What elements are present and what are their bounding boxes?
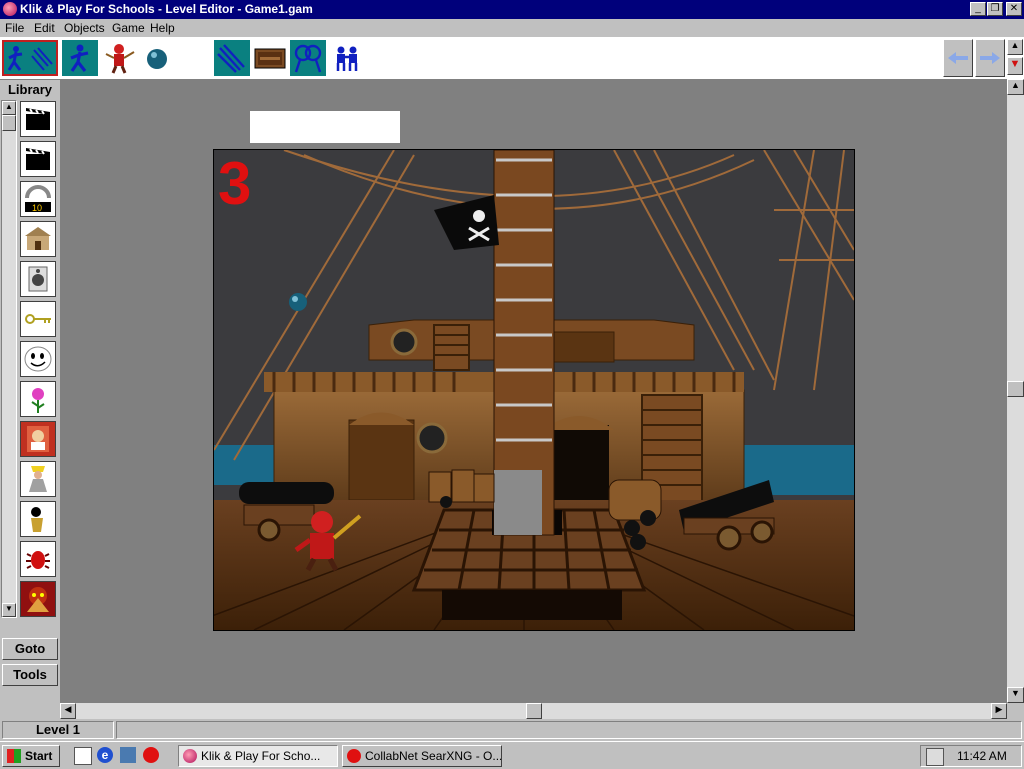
horizontal-scrollbar[interactable]: ◀ ▶ bbox=[60, 703, 1007, 719]
menu-edit[interactable]: Edit bbox=[34, 21, 55, 35]
monster-icon[interactable] bbox=[20, 421, 56, 457]
close-button[interactable]: ✕ bbox=[1006, 2, 1022, 16]
taskbar: Start e Klik & Play For Scho... CollabNe… bbox=[0, 741, 1024, 769]
storyboard-view-icon[interactable] bbox=[214, 40, 250, 76]
vertical-scrollbar[interactable]: ▲ ▼ bbox=[1007, 79, 1024, 703]
title-bar: Klik & Play For Schools - Level Editor -… bbox=[0, 0, 1024, 19]
library-scroll-thumb[interactable] bbox=[2, 115, 16, 131]
opera-icon bbox=[347, 749, 361, 763]
key-icon[interactable] bbox=[20, 301, 56, 337]
person-icon[interactable] bbox=[20, 501, 56, 537]
event-editor-icon[interactable] bbox=[290, 40, 326, 76]
window-title: Klik & Play For Schools - Level Editor -… bbox=[20, 2, 313, 16]
clock[interactable]: 11:42 AM bbox=[957, 749, 1007, 763]
running-man-icon[interactable] bbox=[62, 40, 98, 76]
text-object[interactable] bbox=[250, 111, 400, 143]
status-bar: Level 1 bbox=[0, 720, 1024, 740]
vertical-scroll-thumb[interactable] bbox=[1007, 381, 1024, 397]
scroll-corner bbox=[1007, 703, 1024, 719]
windows-logo-icon bbox=[7, 749, 21, 763]
level-view-icon[interactable] bbox=[252, 40, 288, 76]
ball-icon[interactable] bbox=[140, 40, 176, 76]
pirate-ship-scene[interactable]: 3 bbox=[213, 149, 855, 631]
speaker-icon[interactable] bbox=[20, 261, 56, 297]
level-indicator: Level 1 bbox=[2, 721, 114, 739]
system-tray: 11:42 AM bbox=[920, 745, 1022, 767]
players-icon[interactable] bbox=[329, 40, 365, 76]
opera-icon[interactable] bbox=[143, 747, 159, 763]
status-message bbox=[116, 721, 1022, 739]
ie-icon[interactable]: e bbox=[97, 747, 113, 763]
start-button[interactable]: Start bbox=[2, 745, 60, 767]
task-label: CollabNet SearXNG - O... bbox=[365, 749, 502, 763]
menu-file[interactable]: File bbox=[5, 21, 24, 35]
menu-help[interactable]: Help bbox=[150, 21, 175, 35]
scroll-up-button[interactable]: ▲ bbox=[1007, 79, 1024, 95]
next-frame-icon[interactable] bbox=[975, 39, 1005, 77]
score-counter[interactable]: 3 bbox=[218, 152, 251, 216]
task-browser[interactable]: CollabNet SearXNG - O... bbox=[342, 745, 502, 767]
task-klik-and-play[interactable]: Klik & Play For Scho... bbox=[178, 745, 338, 767]
klik-app-icon bbox=[183, 749, 197, 763]
library-scroll-down[interactable]: ▼ bbox=[2, 603, 16, 617]
character-icon[interactable] bbox=[20, 461, 56, 497]
bug-icon[interactable] bbox=[20, 541, 56, 577]
prev-frame-icon[interactable] bbox=[943, 39, 973, 77]
counter-icon[interactable]: 10 bbox=[20, 181, 56, 217]
face-icon[interactable] bbox=[20, 341, 56, 377]
ball-object bbox=[289, 293, 307, 311]
horizontal-scroll-thumb[interactable] bbox=[526, 703, 542, 719]
clapperboard-icon[interactable] bbox=[20, 101, 56, 137]
clapperboard-icon[interactable] bbox=[20, 141, 56, 177]
scroll-left-button[interactable]: ◀ bbox=[60, 703, 76, 719]
object-tool-selected[interactable] bbox=[2, 40, 58, 76]
menu-bar: File Edit Objects Game Help bbox=[0, 19, 1024, 37]
menu-game[interactable]: Game bbox=[112, 21, 145, 35]
running-man-icon bbox=[7, 46, 53, 71]
network-icon[interactable] bbox=[926, 748, 944, 766]
task-label: Klik & Play For Scho... bbox=[201, 749, 321, 763]
menu-objects[interactable]: Objects bbox=[64, 21, 105, 35]
toolbar-scroll-down[interactable]: ▼ bbox=[1007, 57, 1023, 75]
toolbar: ▲ ▼ bbox=[0, 37, 1024, 80]
restore-button[interactable]: ❐ bbox=[987, 2, 1003, 16]
toolbar-scroll-up[interactable]: ▲ bbox=[1007, 39, 1023, 55]
start-label: Start bbox=[25, 749, 53, 763]
minimize-button[interactable]: _ bbox=[970, 2, 986, 16]
goto-button[interactable]: Goto bbox=[2, 638, 58, 660]
demon-icon[interactable] bbox=[20, 581, 56, 617]
library-scrollbar[interactable]: ▲ ▼ bbox=[1, 100, 17, 618]
flower-icon[interactable] bbox=[20, 381, 56, 417]
scroll-right-button[interactable]: ▶ bbox=[991, 703, 1007, 719]
library-scroll-up[interactable]: ▲ bbox=[2, 101, 16, 115]
app-icon[interactable] bbox=[3, 2, 17, 16]
building-icon[interactable] bbox=[20, 221, 56, 257]
pirate-icon[interactable] bbox=[102, 40, 138, 76]
library-label: Library bbox=[7, 82, 53, 97]
svg-text:10: 10 bbox=[32, 203, 42, 213]
channels-icon[interactable] bbox=[120, 747, 136, 763]
tools-button[interactable]: Tools bbox=[2, 664, 58, 686]
scroll-down-button[interactable]: ▼ bbox=[1007, 687, 1024, 703]
desktop-icon[interactable] bbox=[74, 747, 92, 765]
